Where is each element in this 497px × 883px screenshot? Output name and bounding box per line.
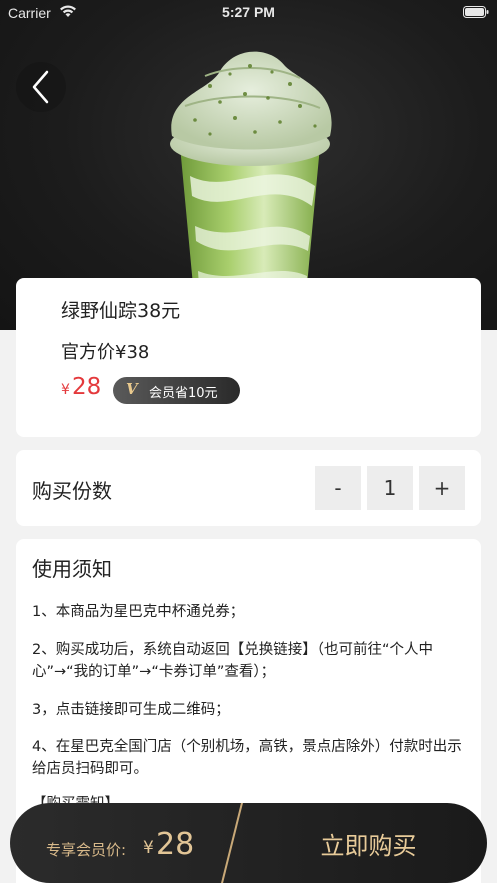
quantity-decrease-button[interactable]: - xyxy=(315,466,361,510)
member-savings-badge: V 会员省10元 xyxy=(113,377,240,404)
vip-v-icon: V xyxy=(126,380,138,398)
product-info-card: 绿野仙踪38元 官方价¥38 ¥ 28 V 会员省10元 xyxy=(16,278,481,437)
notice-item: 2、购买成功后，系统自动返回【兑换链接】（也可前往“个人中心”→“我的订单”→“… xyxy=(32,642,433,680)
quantity-increase-button[interactable]: + xyxy=(419,466,465,510)
quantity-value[interactable]: 1 xyxy=(367,466,413,510)
back-button[interactable] xyxy=(16,62,66,112)
quantity-label: 购买份数 xyxy=(32,479,112,503)
member-price-label: 专享会员价: xyxy=(46,841,127,859)
official-price: 官方价¥38 xyxy=(61,342,150,363)
notice-title: 使用须知 xyxy=(32,557,112,581)
notice-item: 3，点击链接即可生成二维码； xyxy=(32,702,230,718)
price-currency: ¥ xyxy=(61,382,70,398)
clock: 5:27 PM xyxy=(222,4,275,20)
matcha-drink-image xyxy=(170,51,332,296)
purchase-bar: 专享会员价: ¥ 28 立即购买 xyxy=(10,803,487,883)
quantity-card: 购买份数 - 1 + xyxy=(16,450,481,526)
notice-item: 4、在星巴克全国门店（个别机场，高铁，景点店除外）付款时出示给店员扫码即可。 xyxy=(32,739,462,777)
member-price-currency: ¥ xyxy=(143,838,154,858)
price-value: 28 xyxy=(72,374,102,400)
status-bar: Carrier 5:27 PM xyxy=(0,0,497,26)
buy-now-button[interactable]: 立即购买 xyxy=(250,803,487,883)
notice-item: 1、本商品为星巴克中杯通兑券； xyxy=(32,604,245,620)
member-price-value: 28 xyxy=(156,827,195,862)
battery-icon xyxy=(463,6,489,18)
chevron-left-icon xyxy=(32,70,49,104)
product-name: 绿野仙踪38元 xyxy=(61,300,181,322)
member-savings-text: 会员省10元 xyxy=(149,386,218,401)
bar-divider xyxy=(218,803,244,883)
